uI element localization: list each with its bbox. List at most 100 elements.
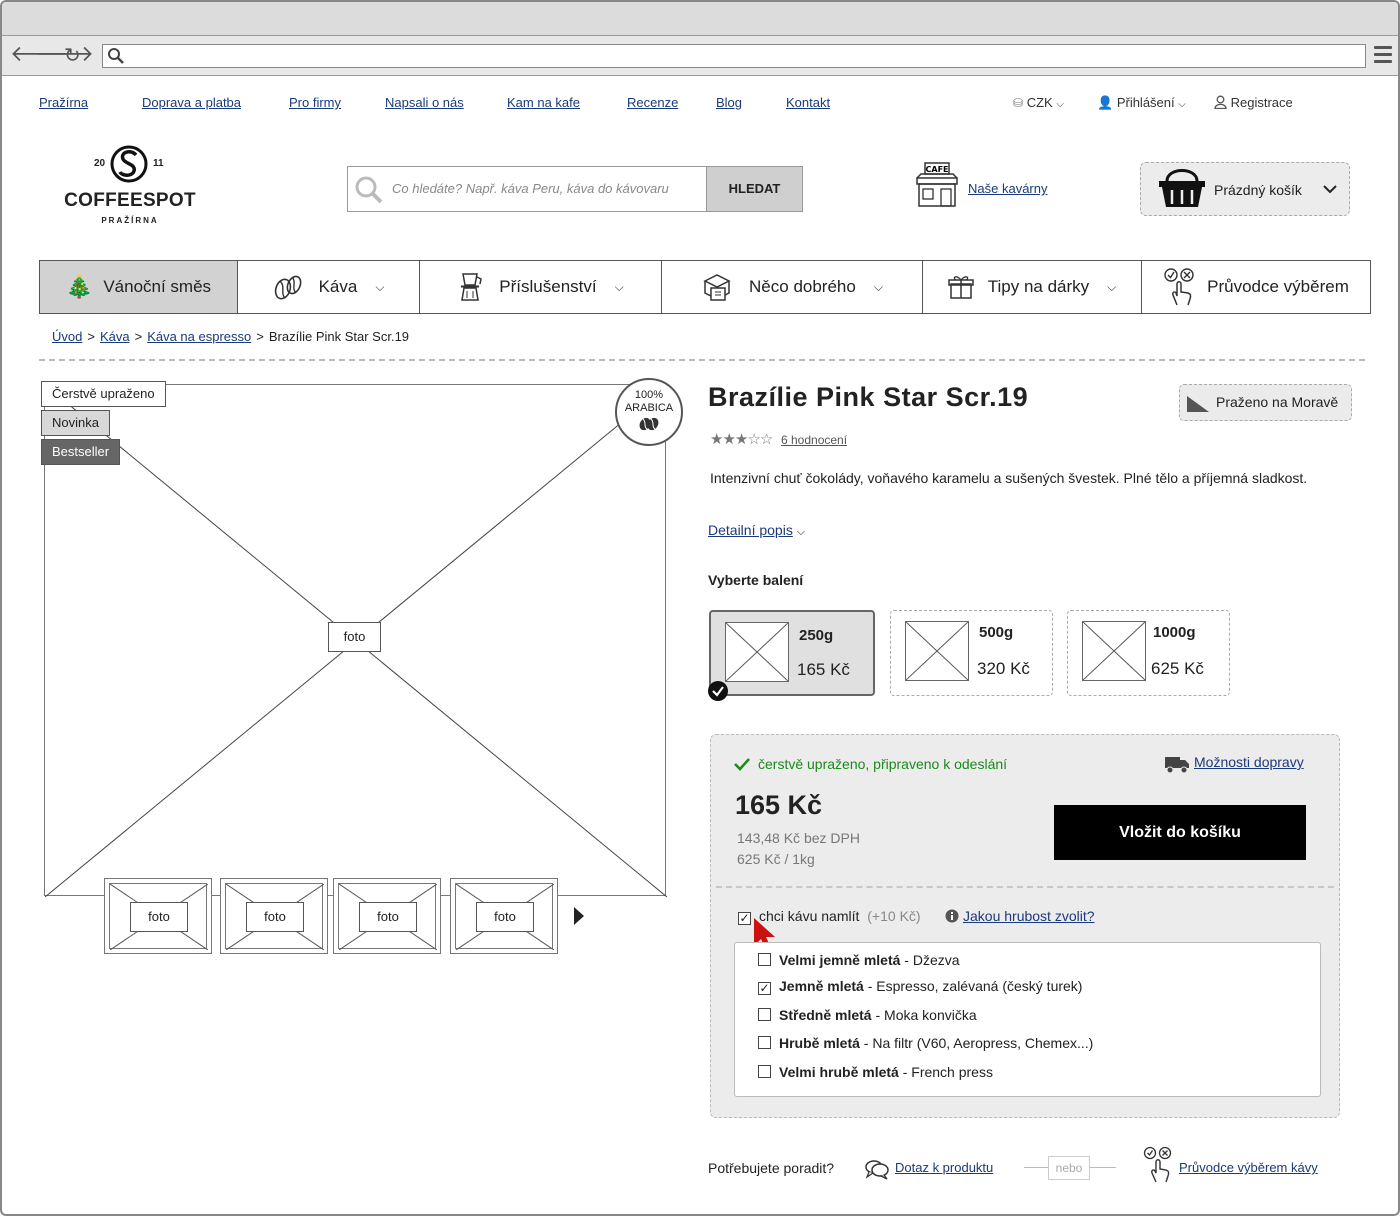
next-arrow-icon[interactable] bbox=[573, 906, 585, 926]
guide-hand-icon bbox=[1143, 1146, 1172, 1183]
search-box[interactable]: Co hledáte? Např. káva Peru, káva do káv… bbox=[347, 166, 803, 212]
chevron-down-icon: ⌵ bbox=[796, 526, 806, 538]
browser-menu-icon[interactable] bbox=[1374, 46, 1392, 67]
nav-item-label: Příslušenství bbox=[499, 277, 597, 296]
breadcrumb-link-kava[interactable]: Káva bbox=[100, 329, 130, 344]
info-icon bbox=[945, 909, 959, 923]
nav-item-prislusenstvi[interactable]: Příslušenství ⌵ bbox=[420, 261, 662, 313]
cart-button[interactable]: Prázdný košík bbox=[1140, 162, 1350, 216]
toplink-recenze[interactable]: Recenze bbox=[627, 95, 678, 110]
toplink-kam-na-kafe[interactable]: Kam na kafe bbox=[507, 95, 580, 110]
breadcrumb-link-uvod[interactable]: Úvod bbox=[52, 329, 82, 344]
logo[interactable]: 20 11 COFFEESPOT PRAŽÍRNA bbox=[64, 144, 196, 228]
nav-item-vanocni-smes[interactable]: 🎄 Vánoční směs bbox=[40, 261, 238, 313]
package-image bbox=[905, 621, 969, 681]
toplink-blog[interactable]: Blog bbox=[716, 95, 742, 110]
package-image bbox=[1082, 621, 1146, 681]
add-to-cart-button[interactable]: Vložit do košíku bbox=[1054, 805, 1306, 860]
grind-option-jemne[interactable]: ✓ Jemně mletá - Espresso, zalévaná (český… bbox=[758, 978, 1082, 995]
grind-checkbox[interactable]: ✓ bbox=[738, 912, 751, 925]
logo-s-icon bbox=[110, 145, 148, 183]
thumbnail-4[interactable]: foto bbox=[450, 878, 558, 954]
package-price: 165 Kč bbox=[797, 660, 850, 679]
grind-option-checkbox[interactable] bbox=[758, 1036, 771, 1049]
thumbnail-label: foto bbox=[130, 902, 188, 932]
package-option-1000g[interactable]: 1000g 625 Kč bbox=[1067, 610, 1230, 696]
browser-toolbar: 🡐 🡒 ↻ bbox=[2, 36, 1398, 76]
nav-item-label: Tipy na dárky bbox=[987, 277, 1090, 296]
grind-help-link[interactable]: Jakou hrubost zvolit? bbox=[963, 908, 1095, 924]
grind-extra-price: (+10 Kč) bbox=[867, 908, 921, 924]
arabica-percent: 100% bbox=[634, 389, 664, 401]
user-outline-icon bbox=[1214, 95, 1227, 110]
package-option-250g[interactable]: 250g 165 Kč bbox=[708, 610, 875, 701]
nav-item-label: Průvodce výběrem bbox=[1207, 277, 1349, 296]
nav-item-tipy-na-darky[interactable]: Tipy na dárky ⌵ bbox=[923, 261, 1142, 313]
gift-icon bbox=[947, 276, 974, 299]
coffee-guide-link[interactable]: Průvodce výběrem kávy bbox=[1179, 1160, 1318, 1175]
star-icons: ★★★☆☆ bbox=[710, 430, 773, 448]
register-link[interactable]: Registrace bbox=[1214, 95, 1293, 110]
grind-option-hrube[interactable]: Hrubě mletá - Na filtr (V60, Aeropress, … bbox=[758, 1035, 1093, 1051]
thumbnail-2[interactable]: foto bbox=[220, 878, 328, 954]
breadcrumb-current: Brazílie Pink Star Scr.19 bbox=[268, 329, 410, 344]
cafes-link[interactable]: CAFE Naše kavárny bbox=[914, 160, 1064, 210]
detail-description-toggle[interactable]: Detailní popis ⌵ bbox=[708, 522, 805, 539]
reload-icon[interactable]: ↻ bbox=[64, 44, 81, 66]
toplink-napsali[interactable]: Napsali o nás bbox=[385, 95, 464, 110]
shipping-options-link[interactable]: Možnosti dopravy bbox=[1194, 754, 1304, 770]
package-option-500g[interactable]: 500g 320 Kč bbox=[890, 610, 1053, 696]
nav-item-neco-dobreho[interactable]: Něco dobrého ⌵ bbox=[662, 261, 923, 313]
nav-item-pruvodce-vyberem[interactable]: Průvodce výběrem bbox=[1142, 261, 1370, 313]
nav-item-label: Vánoční směs bbox=[103, 277, 212, 296]
product-image-main[interactable]: foto bbox=[44, 384, 667, 897]
arabica-seal: 100% ARABICA bbox=[615, 378, 683, 446]
logo-year-right: 11 bbox=[153, 158, 164, 169]
truck-icon bbox=[1165, 757, 1189, 774]
grind-option-name: Hrubě mletá bbox=[779, 1035, 860, 1051]
breadcrumb-link-espresso[interactable]: Káva na espresso bbox=[147, 329, 251, 344]
badge-cerstve-uprazeno: Čerstvě upraženo bbox=[41, 381, 166, 407]
currency-selector[interactable]: ⛁ CZK ⌵ bbox=[1013, 95, 1064, 110]
chevron-down-icon: ⌵ bbox=[614, 279, 624, 294]
search-input[interactable]: Co hledáte? Např. káva Peru, káva do káv… bbox=[392, 181, 669, 196]
search-icon bbox=[108, 48, 124, 64]
basket-icon bbox=[1159, 169, 1205, 207]
divider bbox=[716, 886, 1334, 888]
grind-option-checkbox[interactable] bbox=[758, 953, 771, 966]
thumbnail-label: foto bbox=[359, 902, 417, 932]
grind-option-stredne[interactable]: Středně mletá - Moka konvička bbox=[758, 1007, 977, 1023]
rating-stars[interactable]: ★★★☆☆ bbox=[710, 430, 773, 448]
toplink-prazirna[interactable]: Pražírna bbox=[39, 95, 88, 110]
rating-count-link[interactable]: 6 hodnocení bbox=[781, 433, 847, 447]
thumbnail-1[interactable]: foto bbox=[104, 878, 212, 954]
or-label: nebo bbox=[1048, 1156, 1090, 1180]
search-button[interactable]: HLEDAT bbox=[706, 167, 802, 211]
stock-status: čerstvě upraženo, připraveno k odeslání bbox=[758, 756, 1008, 772]
grind-option-velmi-hrube[interactable]: Velmi hrubě mletá - French press bbox=[758, 1064, 993, 1080]
thumbnail-3[interactable]: foto bbox=[333, 878, 441, 954]
address-bar[interactable] bbox=[102, 44, 1366, 68]
grind-option-velmi-jemne[interactable]: Velmi jemně mletá - Džezva bbox=[758, 952, 960, 968]
cart-label: Prázdný košík bbox=[1214, 182, 1302, 198]
chevron-down-icon bbox=[1323, 185, 1337, 194]
grind-option-checkbox[interactable] bbox=[758, 1065, 771, 1078]
price-without-vat: 143,48 Kč bez DPH bbox=[737, 830, 860, 846]
moravia-map-icon bbox=[1187, 396, 1209, 412]
grind-option-checkbox[interactable] bbox=[758, 1008, 771, 1021]
product-question-link[interactable]: Dotaz k produktu bbox=[895, 1160, 993, 1175]
toplink-kontakt[interactable]: Kontakt bbox=[786, 95, 830, 110]
tree-icon: 🎄 bbox=[65, 274, 94, 300]
chevron-down-icon: ⌵ bbox=[375, 279, 385, 294]
toplink-doprava[interactable]: Doprava a platba bbox=[142, 95, 241, 110]
grind-option-name: Středně mletá bbox=[779, 1007, 872, 1023]
roasted-in-moravia-badge: Praženo na Moravě bbox=[1179, 384, 1352, 421]
grind-option-desc: - Espresso, zalévaná (český turek) bbox=[863, 978, 1083, 994]
toplink-pro-firmy[interactable]: Pro firmy bbox=[289, 95, 341, 110]
grind-option-desc: - Na filtr (V60, Aeropress, Chemex...) bbox=[859, 1035, 1094, 1051]
login-menu[interactable]: 👤 Přihlášení ⌵ bbox=[1097, 95, 1186, 111]
grind-option-checkbox[interactable]: ✓ bbox=[758, 982, 771, 995]
nav-item-kava[interactable]: Káva ⌵ bbox=[238, 261, 420, 313]
thumbnail-label: foto bbox=[246, 902, 304, 932]
breadcrumb-separator: > bbox=[87, 329, 95, 344]
